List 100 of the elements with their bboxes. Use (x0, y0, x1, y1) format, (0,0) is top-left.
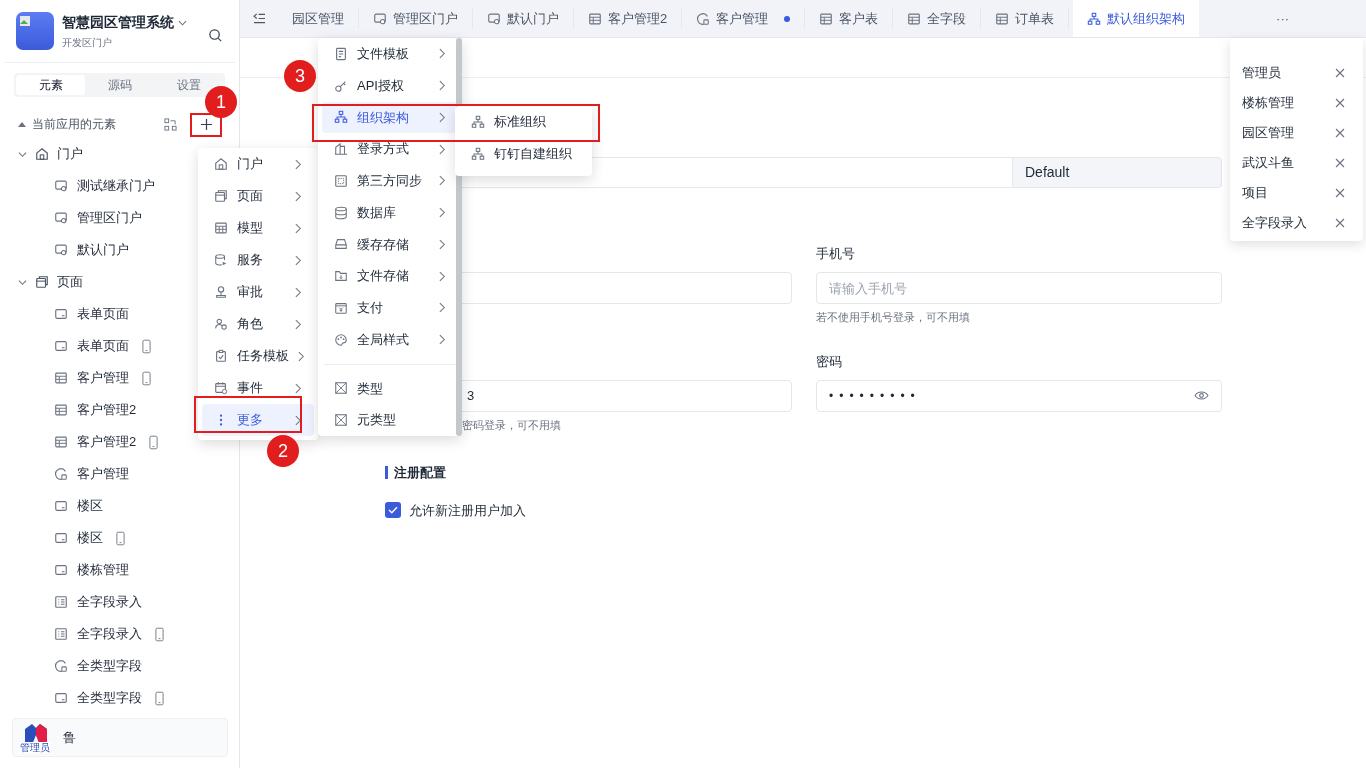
tree-item[interactable]: 表单页面 (77, 304, 129, 324)
menu-item[interactable]: 审批 (202, 276, 314, 308)
close-icon[interactable] (1335, 188, 1345, 198)
tree-item[interactable]: 客户管理 (77, 368, 129, 388)
expand-chevron-icon[interactable] (18, 149, 27, 159)
card-icon (54, 563, 68, 577)
tree-item[interactable]: 门户 (57, 144, 83, 164)
phone-input[interactable]: 请输入手机号 (816, 272, 1222, 304)
menu-item[interactable]: 登录方式 (322, 133, 458, 165)
tree-item[interactable]: 页面 (57, 272, 83, 292)
close-icon[interactable] (1335, 128, 1345, 138)
menu-item[interactable]: 页面 (202, 180, 314, 212)
tree-item[interactable]: 表单页面 (77, 336, 129, 356)
collapse-sidebar-icon[interactable] (252, 13, 266, 24)
tree-item[interactable]: 客户管理2 (77, 432, 137, 452)
dropdown-item[interactable]: 管理员 (1242, 63, 1335, 83)
tree-item[interactable]: 楼区 (77, 496, 103, 516)
tab-label: 默认组织架构 (1107, 9, 1186, 28)
panel-tab[interactable]: 元素 (16, 75, 85, 95)
tree-item[interactable]: 默认门户 (77, 240, 129, 260)
menu-item[interactable]: 第三方同步 (322, 165, 458, 197)
menu-item[interactable]: 模型 (202, 212, 314, 244)
check-icon (388, 506, 398, 515)
editor-tab[interactable]: 默认门户 (473, 9, 574, 28)
menu-item[interactable]: 门户 (202, 148, 314, 180)
password-input[interactable]: ••••••••• (816, 379, 1222, 412)
close-icon[interactable] (1335, 218, 1345, 228)
dropdown-item[interactable]: 武汉斗鱼 (1242, 153, 1335, 173)
close-icon[interactable] (1335, 158, 1345, 168)
menu-item[interactable]: API授权 (322, 69, 458, 102)
menu-label: 全局样式 (357, 330, 410, 349)
tree-item[interactable]: 管理区门户 (77, 208, 142, 228)
tree-item[interactable]: 全字段录入 (77, 592, 142, 612)
close-icon[interactable] (1335, 68, 1345, 78)
window-icon (214, 189, 228, 203)
dropdown-item[interactable]: 楼栋管理 (1242, 93, 1335, 113)
search-icon[interactable] (208, 27, 223, 43)
menu-label: 事件 (237, 379, 264, 398)
chevron-right-icon (439, 111, 446, 123)
tree-view-icon[interactable] (164, 117, 177, 131)
menu-item[interactable]: 数据库 (322, 196, 458, 229)
close-icon[interactable] (1335, 98, 1345, 108)
expand-chevron-icon[interactable] (18, 277, 27, 287)
collapse-triangle-icon[interactable] (18, 121, 26, 127)
menu-item[interactable]: 组织架构 (322, 101, 458, 134)
user-card[interactable]: 管理员 鲁 (12, 718, 228, 757)
eye-icon[interactable] (1194, 390, 1209, 401)
editor-tab[interactable]: 园区管理 (278, 9, 359, 28)
monitor-icon (487, 11, 501, 26)
table-icon (819, 11, 834, 26)
window-icon (35, 275, 49, 289)
phone-icon (155, 626, 164, 642)
tree-item[interactable]: 全字段录入 (77, 624, 142, 644)
menu-item[interactable]: 角色 (202, 308, 314, 340)
menu-item[interactable]: 全局样式 (322, 323, 458, 356)
menu-item[interactable]: 缓存存储 (322, 228, 458, 261)
chevron-right-icon (295, 190, 302, 202)
menu-item[interactable]: 服务 (202, 244, 314, 276)
card-icon (54, 499, 68, 513)
editor-tab[interactable]: 客户管理 (682, 9, 806, 28)
add-icon[interactable] (200, 117, 213, 131)
chevron-down-icon[interactable] (178, 19, 187, 26)
drive-icon (334, 237, 348, 252)
menu-item[interactable]: 文件模板 (322, 38, 458, 70)
menu-label: 元类型 (357, 411, 397, 430)
dropdown-item[interactable]: 园区管理 (1242, 123, 1335, 143)
menu-item[interactable]: 钉钉自建组织 (459, 138, 588, 170)
menu-item[interactable]: 文件存储 (322, 260, 458, 292)
menu-label: 支付 (357, 299, 384, 318)
editor-tab[interactable]: 客户管理2 (574, 9, 683, 28)
tree-item[interactable]: 客户管理 (77, 464, 129, 484)
tab-label: 订单表 (1015, 9, 1055, 28)
editor-tab[interactable]: 管理区门户 (359, 9, 473, 28)
editor-tab[interactable]: 全字段 (893, 9, 982, 28)
menu-label: 钉钉自建组织 (494, 145, 573, 164)
editor-tab[interactable]: 客户表 (805, 9, 894, 28)
field-label: 手机号 (816, 245, 856, 262)
menu-label: 缓存存储 (357, 235, 410, 254)
tree-item[interactable]: 全类型字段 (77, 656, 142, 676)
editor-tab[interactable]: 默认组织架构 (1073, 0, 1200, 37)
phone-icon (116, 530, 125, 546)
people-icon (214, 317, 228, 331)
tree-item[interactable]: 全类型字段 (77, 688, 142, 708)
menu-label: 类型 (357, 379, 384, 398)
menu-label: 更多 (237, 411, 264, 430)
tree-item[interactable]: 楼区 (77, 528, 103, 548)
menu-item[interactable]: 任务模板 (202, 340, 314, 372)
dropdown-item[interactable]: 项目 (1242, 183, 1335, 203)
more-tabs-button[interactable]: ··· (1199, 0, 1366, 37)
dropdown-item[interactable]: 全字段录入 (1242, 213, 1335, 233)
checkbox[interactable] (385, 502, 401, 519)
menu-item[interactable]: 更多 (202, 404, 314, 436)
tree-item[interactable]: 楼栋管理 (77, 560, 129, 580)
menu-item[interactable]: 事件 (202, 372, 314, 404)
tree-item[interactable]: 客户管理2 (77, 400, 137, 420)
tree-item[interactable]: 测试继承门户 (77, 176, 155, 196)
panel-tab[interactable]: 源码 (85, 75, 154, 95)
editor-tab[interactable]: 订单表 (981, 9, 1070, 28)
menu-item[interactable]: 支付 (322, 292, 458, 324)
wallet-icon (334, 300, 348, 315)
